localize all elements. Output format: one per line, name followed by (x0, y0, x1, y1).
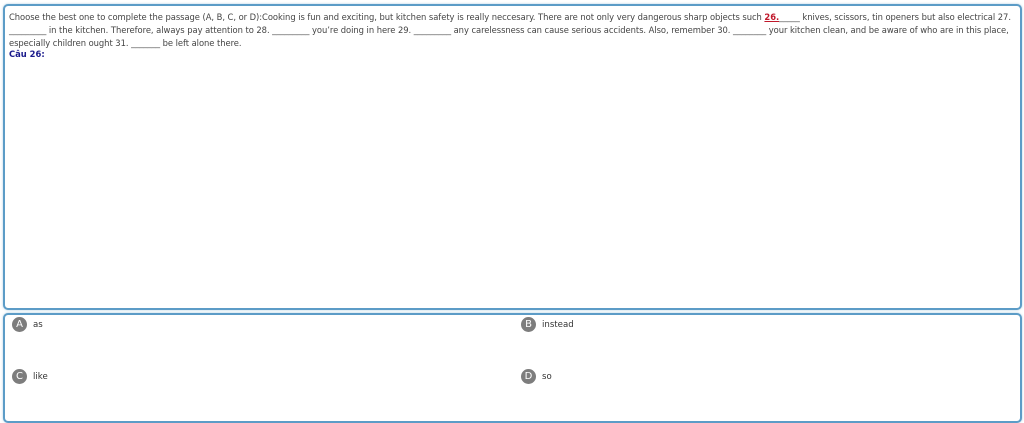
option-c-text: like (33, 371, 48, 382)
answer-panel: A as B instead C like D so (3, 313, 1022, 423)
passage-text-before: Choose the best one to complete the pass… (9, 12, 765, 22)
option-d-text: so (542, 371, 552, 382)
option-b-text: instead (542, 319, 574, 330)
option-a-letter-badge: A (12, 317, 27, 332)
option-c[interactable]: C like (12, 369, 48, 384)
question-number-label: Câu 26: (9, 49, 45, 59)
option-a[interactable]: A as (12, 317, 43, 332)
current-blank-marker: 26. (764, 12, 780, 22)
question-passage: Choose the best one to complete the pass… (9, 11, 1012, 49)
option-d[interactable]: D so (521, 369, 552, 384)
option-b[interactable]: B instead (521, 317, 574, 332)
option-d-letter-badge: D (521, 369, 536, 384)
option-a-text: as (33, 319, 43, 330)
option-b-letter-badge: B (521, 317, 536, 332)
option-c-letter-badge: C (12, 369, 27, 384)
question-panel: Choose the best one to complete the pass… (3, 4, 1022, 310)
